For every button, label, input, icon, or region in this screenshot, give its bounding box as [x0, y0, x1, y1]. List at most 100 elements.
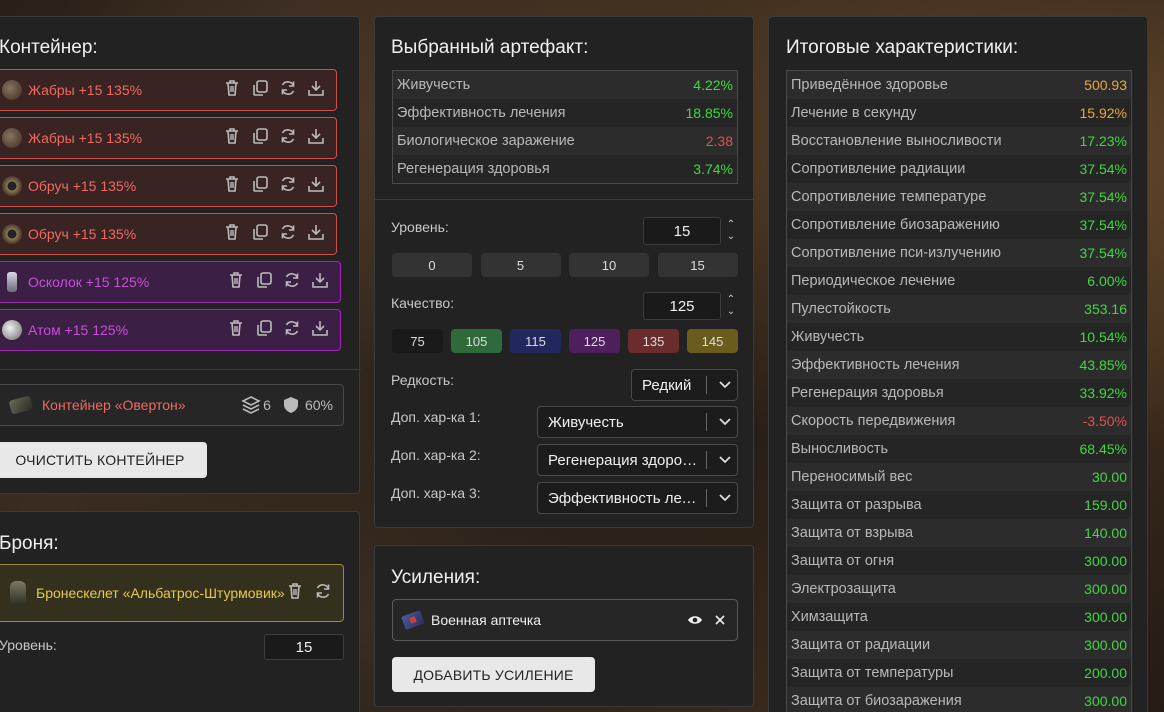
container-item[interactable]: Жабры +15 135%: [0, 117, 337, 159]
close-icon[interactable]: [715, 615, 725, 625]
stat-value: 68.45%: [1079, 441, 1127, 457]
atom-artifact-icon: [2, 320, 22, 340]
stat-row: Приведённое здоровье 500.93: [787, 71, 1131, 99]
stat-row: Регенерация здоровья 33.92%: [787, 379, 1131, 407]
stat-value: 300.00: [1084, 609, 1127, 625]
copy-icon[interactable]: [250, 222, 270, 247]
extra3-select[interactable]: Эффективность лечения: [537, 482, 738, 514]
container-item[interactable]: Жабры +15 135%: [0, 69, 337, 111]
stat-row: Скорость передвижения -3.50%: [787, 407, 1131, 435]
container-item[interactable]: Атом +15 125%: [0, 309, 341, 351]
replace-icon[interactable]: [278, 78, 298, 103]
container-panel: Контейнер: Жабры +15 135% Жабры +15 135%…: [0, 16, 361, 494]
replace-icon[interactable]: [313, 581, 333, 606]
boosts-title: Усиления:: [391, 567, 481, 588]
download-icon[interactable]: [306, 222, 326, 247]
select-separator: [706, 413, 707, 431]
stat-value: 33.92%: [1079, 385, 1127, 401]
stat-row: Живучесть 10.54%: [787, 323, 1131, 351]
delete-icon[interactable]: [222, 174, 242, 199]
selected-container-card[interactable]: Контейнер «Овертон» 6 60%: [0, 384, 344, 426]
quality-preset-button[interactable]: 105: [451, 329, 502, 353]
level-preset-button[interactable]: 0: [392, 253, 472, 277]
extra3-label: Доп. хар-ка 3:: [391, 485, 481, 501]
stat-row: Лечение в секунду 15.92%: [787, 99, 1131, 127]
boost-item[interactable]: Военная аптечка: [392, 599, 738, 641]
eye-icon[interactable]: [687, 614, 703, 626]
extra2-select[interactable]: Регенерация здоровья: [537, 444, 738, 476]
boost-name: Военная аптечка: [431, 612, 542, 628]
replace-icon[interactable]: [278, 222, 298, 247]
level-preset-button[interactable]: 10: [569, 253, 649, 277]
container-item[interactable]: Обруч +15 135%: [0, 213, 337, 255]
quality-preset-button[interactable]: 115: [510, 329, 561, 353]
download-icon[interactable]: [310, 270, 330, 295]
chevron-down-icon: [713, 418, 737, 426]
container-item[interactable]: Осколок +15 125%: [0, 261, 341, 303]
replace-icon[interactable]: [282, 270, 302, 295]
rarity-select[interactable]: Редкий: [631, 369, 738, 401]
quality-preset-button[interactable]: 75: [392, 329, 443, 353]
clear-container-button[interactable]: ОЧИСТИТЬ КОНТЕЙНЕР: [0, 442, 207, 478]
stat-name: Переносимый вес: [791, 469, 913, 485]
quality-preset-button[interactable]: 145: [687, 329, 738, 353]
artifact-panel: Выбранный артефакт: Живучесть 4.22% Эффек…: [374, 16, 755, 528]
selected-container-name: Контейнер «Овертон»: [42, 397, 186, 413]
extra1-label: Доп. хар-ка 1:: [391, 409, 481, 425]
stat-value: 37.54%: [1079, 189, 1127, 205]
delete-icon[interactable]: [222, 222, 242, 247]
armor-card[interactable]: Бронескелет «Альбатрос-Штурмовик»: [0, 564, 344, 622]
level-preset-button[interactable]: 5: [480, 253, 561, 277]
replace-icon[interactable]: [278, 174, 298, 199]
stat-name: Защита от температуры: [791, 665, 954, 681]
download-icon[interactable]: [306, 126, 326, 151]
artifact-quality-input[interactable]: 125: [643, 292, 721, 320]
copy-icon[interactable]: [250, 126, 270, 151]
stat-name: Регенерация здоровья: [397, 161, 550, 177]
download-icon[interactable]: [310, 318, 330, 343]
divider: [0, 369, 361, 370]
copy-icon[interactable]: [250, 78, 270, 103]
item-actions: [222, 126, 326, 151]
stat-value: 3.74%: [693, 161, 733, 177]
download-icon[interactable]: [306, 78, 326, 103]
quality-preset-button[interactable]: 125: [569, 329, 620, 353]
stat-row: Сопротивление температуре 37.54%: [787, 183, 1131, 211]
stat-name: Сопротивление пси-излучению: [791, 245, 1001, 261]
stat-value: -3.50%: [1082, 413, 1127, 429]
gills-artifact-icon: [2, 128, 22, 148]
extra1-select[interactable]: Живучесть: [537, 406, 738, 438]
medkit-icon: [401, 610, 425, 630]
delete-icon[interactable]: [285, 581, 305, 606]
stat-name: Сопротивление температуре: [791, 189, 987, 205]
stat-value: 15.92%: [1079, 105, 1127, 121]
delete-icon[interactable]: [222, 126, 242, 151]
stat-name: Лечение в секунду: [791, 105, 917, 121]
delete-icon[interactable]: [222, 78, 242, 103]
stat-row: Эффективность лечения 43.85%: [787, 351, 1131, 379]
container-item[interactable]: Обруч +15 135%: [0, 165, 337, 207]
copy-icon[interactable]: [250, 174, 270, 199]
delete-icon[interactable]: [226, 318, 246, 343]
level-spinner[interactable]: ⌃ ⌄: [725, 219, 737, 243]
layers-icon: [241, 395, 261, 415]
replace-icon[interactable]: [278, 126, 298, 151]
stat-value: 200.00: [1084, 665, 1127, 681]
replace-icon[interactable]: [282, 318, 302, 343]
armor-level-input[interactable]: 15: [264, 634, 344, 660]
quality-spinner[interactable]: ⌃ ⌄: [725, 294, 737, 318]
stat-row: Выносливость 68.45%: [787, 435, 1131, 463]
copy-icon[interactable]: [254, 270, 274, 295]
artifact-level-input[interactable]: 15: [643, 217, 721, 245]
stat-row: Эффективность лечения 18.85%: [393, 99, 737, 127]
download-icon[interactable]: [306, 174, 326, 199]
copy-icon[interactable]: [254, 318, 274, 343]
add-boost-button[interactable]: ДОБАВИТЬ УСИЛЕНИЕ: [392, 657, 595, 692]
quality-preset-button[interactable]: 135: [628, 329, 679, 353]
container-item-label: Обруч +15 135%: [28, 178, 137, 194]
delete-icon[interactable]: [226, 270, 246, 295]
stat-name: Защита от взрыва: [791, 525, 914, 541]
level-preset-button[interactable]: 15: [657, 253, 738, 277]
stat-row: Сопротивление пси-излучению 37.54%: [787, 239, 1131, 267]
stat-row: Защита от взрыва 140.00: [787, 519, 1131, 547]
